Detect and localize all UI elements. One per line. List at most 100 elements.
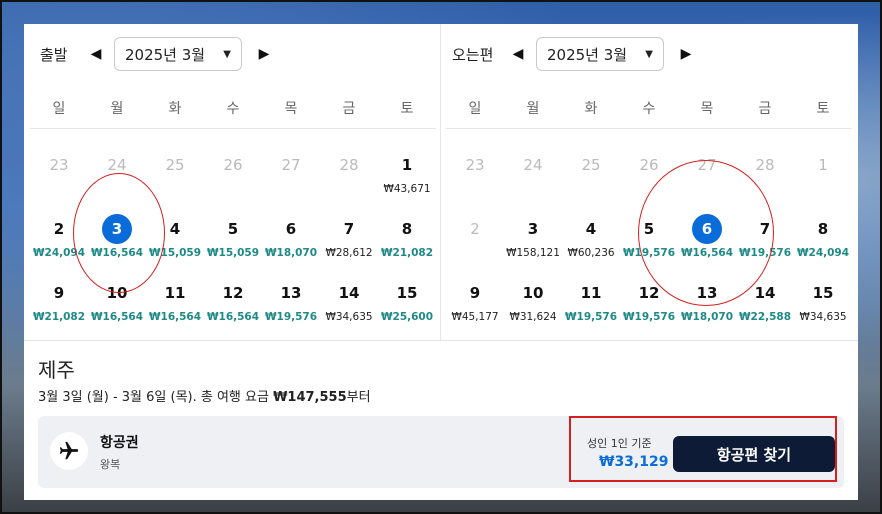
calendar-day[interactable]: 12 ₩16,564	[204, 278, 262, 342]
day-number: 27	[281, 156, 301, 174]
calendar-day: 27	[678, 150, 736, 214]
day-price: ₩24,094	[796, 247, 850, 259]
day-number: 2	[470, 220, 480, 238]
calendar-day: 24	[88, 150, 146, 214]
calendar-day[interactable]: 7 ₩28,612	[320, 214, 378, 278]
calendar-day[interactable]: 8 ₩21,082	[378, 214, 436, 278]
calendar-day[interactable]: 4 ₩15,059	[146, 214, 204, 278]
day-price: ₩19,576	[622, 311, 676, 323]
day-price: ₩15,059	[148, 247, 202, 259]
day-number: 1	[818, 156, 828, 174]
calendar-day[interactable]: 15 ₩34,635	[794, 278, 852, 342]
fare-basis: 성인 1인 기준	[587, 437, 652, 450]
fare-calendar-card: 출발 ◀ 2025년 3월 ▼ ▶ 일월화수목금토 23 24 25 26 27 28 1 ₩…	[24, 24, 858, 500]
return-calendar: 오는편 ◀ 2025년 3월 ▼ ▶ 일월화수목금토 23 24 25 26 27 28 1…	[446, 24, 852, 340]
day-number: 28	[755, 156, 775, 174]
return-month-select[interactable]: 2025년 3월 ▼	[536, 37, 664, 71]
day-price: ₩19,576	[738, 247, 792, 259]
day-number: 5	[227, 220, 239, 238]
day-number: 12	[638, 284, 660, 302]
calendar-day: 28	[320, 150, 378, 214]
calendar-day[interactable]: 10 ₩31,624	[504, 278, 562, 342]
calendar-day: 2	[446, 214, 504, 278]
calendar-day[interactable]: 10 ₩16,564	[88, 278, 146, 342]
day-number: 6	[285, 220, 297, 238]
calendar-day[interactable]: 5 ₩15,059	[204, 214, 262, 278]
caret-left-icon[interactable]: ◀	[512, 44, 524, 64]
calendar-day[interactable]: 5 ₩19,576	[620, 214, 678, 278]
calendar-day[interactable]: 9 ₩45,177	[446, 278, 504, 342]
selected-day-number: 3	[102, 214, 132, 244]
calendar-day: 23	[30, 150, 88, 214]
calendar-day[interactable]: 15 ₩25,600	[378, 278, 436, 342]
day-number: 9	[469, 284, 481, 302]
departure-days: 23 24 25 26 27 28 1 ₩43,671 2 ₩24,094 3 ₩16,564 4 ₩15…	[30, 150, 436, 342]
day-price: ₩16,564	[206, 311, 260, 323]
caret-right-icon[interactable]: ▶	[680, 44, 692, 64]
trip-summary: 3월 3일 (월) - 3월 6일 (목). 총 여행 요금 ₩147,555부…	[38, 386, 371, 405]
day-price: ₩60,236	[567, 247, 615, 259]
day-price: ₩19,576	[264, 311, 318, 323]
calendar-day[interactable]: 2 ₩24,094	[30, 214, 88, 278]
day-number: 12	[222, 284, 244, 302]
caret-left-icon[interactable]: ◀	[90, 44, 102, 64]
calendar-day: 26	[620, 150, 678, 214]
return-header: 오는편 ◀ 2025년 3월 ▼ ▶	[446, 36, 692, 72]
calendar-day: 24	[504, 150, 562, 214]
day-number: 9	[53, 284, 65, 302]
day-price: ₩21,082	[32, 311, 86, 323]
day-number: 25	[581, 156, 601, 174]
calendar-divider	[440, 24, 441, 340]
calendar-day[interactable]: 3 ₩16,564	[88, 214, 146, 278]
day-number: 23	[49, 156, 69, 174]
weekday-label: 일	[468, 101, 482, 117]
day-price: ₩25,600	[380, 311, 434, 323]
calendar-day[interactable]: 6 ₩18,070	[262, 214, 320, 278]
weekday-label: 월	[110, 101, 124, 117]
day-price: ₩158,121	[506, 247, 560, 259]
day-price: ₩19,576	[564, 311, 618, 323]
day-number: 2	[53, 220, 65, 238]
calendar-day[interactable]: 8 ₩24,094	[794, 214, 852, 278]
annotation-box: 성인 1인 기준 ₩33,129 항공편 찾기	[569, 416, 837, 482]
departure-month-select[interactable]: 2025년 3월 ▼	[114, 37, 242, 71]
day-number: 27	[697, 156, 717, 174]
calendar-day[interactable]: 9 ₩21,082	[30, 278, 88, 342]
day-number: 15	[812, 284, 834, 302]
calendar-day[interactable]: 12 ₩19,576	[620, 278, 678, 342]
calendar-day[interactable]: 3 ₩158,121	[504, 214, 562, 278]
day-number: 10	[522, 284, 544, 302]
day-number: 11	[580, 284, 602, 302]
calendar-day[interactable]: 14 ₩34,635	[320, 278, 378, 342]
calendar-day: 25	[562, 150, 620, 214]
calendar-day: 26	[204, 150, 262, 214]
find-flights-button[interactable]: 항공편 찾기	[673, 436, 835, 472]
day-price: ₩15,059	[206, 247, 260, 259]
calendar-day[interactable]: 11 ₩19,576	[562, 278, 620, 342]
day-price: ₩16,564	[680, 247, 734, 259]
weekday-label: 금	[758, 101, 772, 117]
day-number: 14	[754, 284, 776, 302]
calendar-day[interactable]: 14 ₩22,588	[736, 278, 794, 342]
calendar-day[interactable]: 4 ₩60,236	[562, 214, 620, 278]
day-number: 15	[396, 284, 418, 302]
calendar-day[interactable]: 13 ₩19,576	[262, 278, 320, 342]
trip-suffix: 부터	[346, 390, 371, 405]
calendar-day[interactable]: 11 ₩16,564	[146, 278, 204, 342]
weekday-label: 수	[642, 101, 656, 117]
day-price: ₩16,564	[90, 247, 144, 259]
day-number: 3	[527, 220, 539, 238]
day-price: ₩43,671	[383, 183, 431, 195]
day-number: 7	[343, 220, 355, 238]
day-number: 25	[165, 156, 185, 174]
calendar-day[interactable]: 1 ₩43,671	[378, 150, 436, 214]
calendar-day[interactable]: 13 ₩18,070	[678, 278, 736, 342]
calendar-day[interactable]: 6 ₩16,564	[678, 214, 736, 278]
calendar-week: 9 ₩21,082 10 ₩16,564 11 ₩16,564 12 ₩16,564 13 ₩19…	[30, 278, 436, 342]
calendar-day[interactable]: 7 ₩19,576	[736, 214, 794, 278]
departure-calendar: 출발 ◀ 2025년 3월 ▼ ▶ 일월화수목금토 23 24 25 26 27 28 1 ₩…	[30, 24, 436, 340]
caret-right-icon[interactable]: ▶	[258, 44, 270, 64]
airplane-icon	[50, 432, 88, 470]
weekday-label: 토	[400, 101, 414, 117]
weekday-label: 목	[700, 101, 714, 117]
